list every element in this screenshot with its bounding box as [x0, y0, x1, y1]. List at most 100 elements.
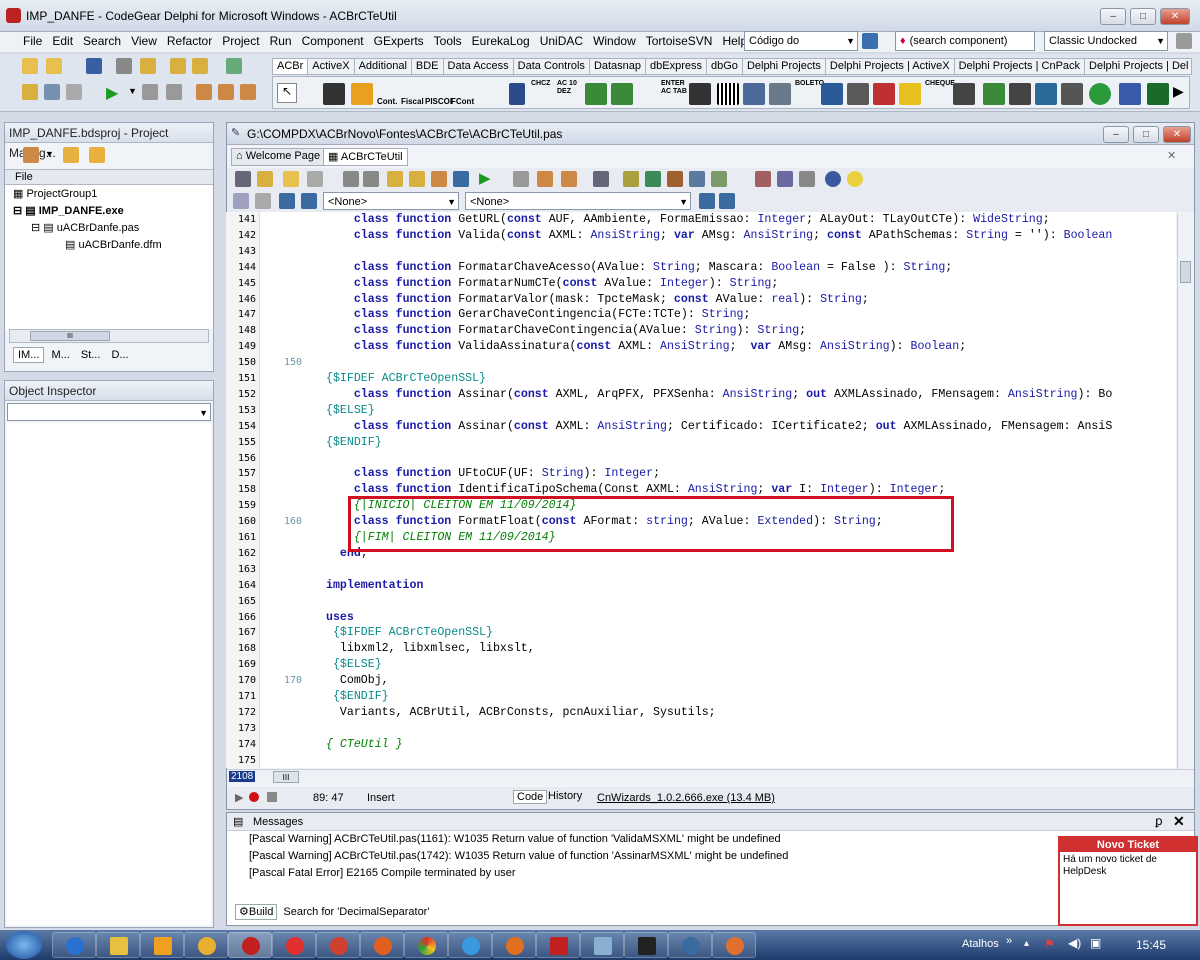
component-icon[interactable]: [821, 83, 843, 105]
component-icon[interactable]: [743, 83, 765, 105]
taskbar-app[interactable]: [536, 932, 580, 958]
component-icon[interactable]: [983, 83, 1005, 105]
editor-tool-icon[interactable]: [363, 171, 379, 187]
editor-tool-icon[interactable]: [799, 171, 815, 187]
menu-search[interactable]: Search: [78, 32, 126, 50]
code-combo[interactable]: Código do ▼: [744, 31, 858, 51]
code-line[interactable]: class function ValidaAssinatura(const AX…: [326, 340, 966, 353]
message-item[interactable]: [Pascal Warning] ACBrCTeUtil.pas(1742): …: [249, 850, 788, 862]
layout-combo[interactable]: Classic Undocked ▼: [1044, 31, 1168, 51]
code-line[interactable]: {$IFDEF ACBrCTeOpenSSL}: [326, 626, 493, 639]
editor-tool-icon[interactable]: [255, 193, 271, 209]
scroll-right-icon[interactable]: ▶: [1173, 83, 1184, 100]
component-icon[interactable]: [847, 83, 869, 105]
component-icon[interactable]: [351, 83, 373, 105]
editor-tool-icon[interactable]: [453, 171, 469, 187]
toggle-form-unit-icon[interactable]: [66, 84, 82, 100]
palette-tab-bde[interactable]: BDE: [412, 59, 444, 74]
editor-tool-icon[interactable]: [711, 171, 727, 187]
code-line[interactable]: class function GetURL(const AUF, AAmbien…: [326, 213, 1050, 226]
volume-icon[interactable]: ◀): [1068, 936, 1081, 950]
menu-edit[interactable]: Edit: [47, 32, 78, 50]
help-icon[interactable]: [226, 58, 242, 74]
view-unit-icon[interactable]: [22, 84, 38, 100]
menu-project[interactable]: Project: [217, 32, 264, 50]
scroll-thumb[interactable]: [1180, 261, 1191, 283]
code-line[interactable]: uses: [326, 611, 354, 624]
palette-tab-dbexpress[interactable]: dbExpress: [646, 59, 708, 74]
open-item-icon[interactable]: [89, 147, 105, 163]
clock[interactable]: 15:45: [1136, 938, 1166, 952]
taskbar-app[interactable]: [668, 932, 712, 958]
editor-tool-icon[interactable]: [699, 193, 715, 209]
trace-into-icon[interactable]: [196, 84, 212, 100]
help-icon[interactable]: [825, 171, 841, 187]
tab-close-icon[interactable]: ✕: [1167, 149, 1176, 162]
code-line[interactable]: class function FormatarChaveAcesso(AValu…: [326, 261, 952, 274]
code-line[interactable]: Variants, ACBrUtil, ACBrConsts, pcnAuxil…: [326, 706, 716, 719]
code-line[interactable]: {$ELSE}: [326, 404, 375, 417]
vertical-scrollbar[interactable]: [1177, 213, 1192, 769]
code-line[interactable]: {$ELSE}: [326, 658, 382, 671]
editor-tool-icon[interactable]: [283, 171, 299, 187]
tree-project-exe[interactable]: ⊟ ▤ IMP_DANFE.exe: [13, 204, 124, 217]
taskbar-app[interactable]: [272, 932, 316, 958]
taskbar-app-ie[interactable]: [448, 932, 492, 958]
editor-tool-icon[interactable]: [537, 171, 553, 187]
editor-tool-icon[interactable]: [623, 171, 639, 187]
flag-icon[interactable]: ⚑: [1044, 937, 1055, 951]
new-item-icon[interactable]: [63, 147, 79, 163]
taskbar-app[interactable]: [712, 932, 756, 958]
open-project-icon[interactable]: [140, 58, 156, 74]
editor-tool-icon[interactable]: [719, 193, 735, 209]
editor-tool-icon[interactable]: [777, 171, 793, 187]
expand-icon[interactable]: »: [1006, 935, 1012, 947]
stop-record-icon[interactable]: [267, 792, 277, 802]
code-line[interactable]: class function GerarChaveContingencia(FC…: [326, 308, 751, 321]
pause-icon[interactable]: [142, 84, 158, 100]
editor-tool-icon[interactable]: [233, 193, 249, 209]
editor-tool-icon[interactable]: [431, 171, 447, 187]
code-line[interactable]: class function IdentificaTipoSchema(Cons…: [326, 483, 945, 496]
chevron-down-icon[interactable]: ▼: [45, 149, 54, 159]
component-icon[interactable]: [873, 83, 895, 105]
start-button[interactable]: [6, 931, 42, 959]
editor-tool-icon[interactable]: [689, 171, 705, 187]
taskbar-app-firefox[interactable]: [492, 932, 536, 958]
taskbar-app[interactable]: [580, 932, 624, 958]
editor-close-button[interactable]: ✕: [1163, 126, 1191, 143]
save-icon[interactable]: [86, 58, 102, 74]
code-line[interactable]: class function Assinar(const AXML: AnsiS…: [326, 420, 1112, 433]
tree-unit-pas[interactable]: ⊟ ▤ uACBrDanfe.pas: [31, 221, 139, 234]
editor-minimize-button[interactable]: –: [1103, 126, 1129, 143]
editor-tool-icon[interactable]: [307, 171, 323, 187]
layout-settings-icon[interactable]: [1176, 33, 1192, 49]
tree-project-group[interactable]: ▦ ProjectGroup1: [13, 187, 97, 200]
ticket-notification[interactable]: Novo Ticket Há um novo ticket de HelpDes…: [1058, 836, 1198, 926]
palette-tab-delphi-projects-del[interactable]: Delphi Projects | Del: [1085, 59, 1191, 74]
code-line[interactable]: class function FormatarValor(mask: Tpcte…: [326, 293, 869, 306]
palette-tab-delphi-projects-activex[interactable]: Delphi Projects | ActiveX: [826, 59, 955, 74]
stop-icon[interactable]: [166, 84, 182, 100]
code-line[interactable]: libxml2, libxmlsec, libxslt,: [326, 642, 535, 655]
object-selector[interactable]: ▼: [7, 403, 211, 421]
pm-tab-project[interactable]: IM...: [13, 347, 45, 363]
editor-tool-icon[interactable]: [561, 171, 577, 187]
pm-tab-data[interactable]: D...: [107, 348, 132, 362]
component-icon[interactable]: [1089, 83, 1111, 105]
component-icon[interactable]: [1035, 83, 1057, 105]
minimize-button[interactable]: –: [1100, 8, 1126, 25]
editor-tool-icon[interactable]: [257, 171, 273, 187]
code-line[interactable]: {$ENDIF}: [326, 690, 389, 703]
editor-tool-icon[interactable]: [409, 171, 425, 187]
step-over-icon[interactable]: [218, 84, 234, 100]
pointer-icon[interactable]: ↖: [277, 83, 297, 103]
view-form-icon[interactable]: [44, 84, 60, 100]
code-line[interactable]: { CTeUtil }: [326, 738, 403, 751]
cnwizards-link[interactable]: CnWizards_1.0.2.666.exe (13.4 MB): [597, 792, 775, 804]
code-editor[interactable]: 141 class function GetURL(const AUF, AAm…: [226, 212, 1176, 768]
implementation-icon[interactable]: [301, 193, 317, 209]
taskbar-app[interactable]: [624, 932, 668, 958]
editor-tool-icon[interactable]: [645, 171, 661, 187]
add-file-icon[interactable]: [170, 58, 186, 74]
